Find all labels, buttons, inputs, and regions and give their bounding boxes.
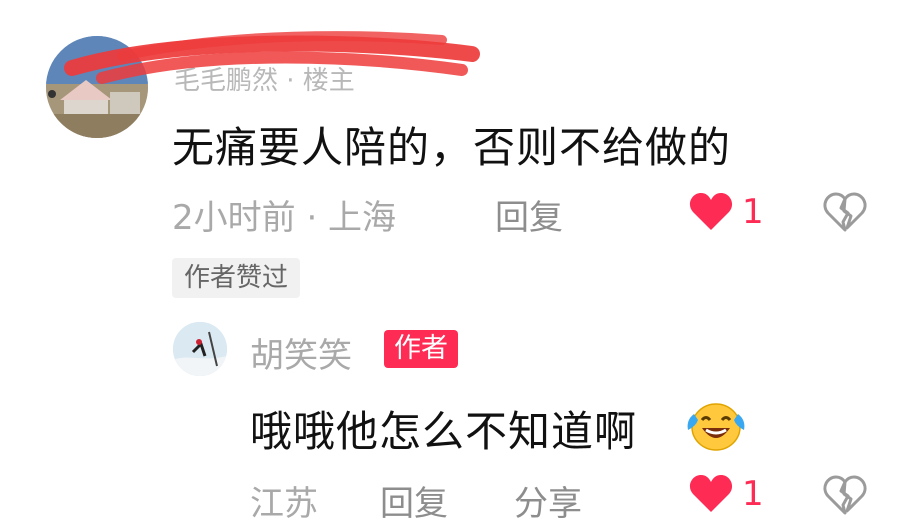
comment-time-location: 2小时前 · 上海: [172, 198, 397, 238]
broken-heart-icon: [823, 192, 867, 232]
reply-like-count: 1: [742, 474, 764, 514]
author-badge: 作者: [384, 330, 458, 368]
comment-reply-button[interactable]: 回复: [495, 190, 563, 239]
author-liked-badge: 作者赞过: [172, 258, 301, 298]
reply-text: 哦哦他怎么不知道啊: [250, 407, 638, 456]
heart-icon: [689, 475, 733, 512]
reply-like-button[interactable]: 1: [688, 474, 764, 514]
replier-username[interactable]: 胡笑笑: [250, 328, 352, 377]
broken-heart-icon: [823, 475, 867, 515]
comment-like-count: 1: [742, 192, 764, 232]
laughing-crying-emoji-icon: [684, 400, 748, 452]
reply-reply-button[interactable]: 回复: [380, 476, 448, 525]
reply-dislike-button[interactable]: [822, 474, 868, 520]
replier-avatar[interactable]: [173, 322, 227, 376]
comment-dislike-button[interactable]: [822, 191, 868, 237]
redaction-scribble: [64, 31, 480, 84]
comment-like-button[interactable]: 1: [688, 190, 764, 234]
reply-location: 江苏: [250, 484, 318, 524]
heart-icon: [689, 193, 733, 230]
reply-share-button[interactable]: 分享: [514, 476, 582, 525]
comment-text: 无痛要人陪的，否则不给做的: [172, 123, 732, 172]
